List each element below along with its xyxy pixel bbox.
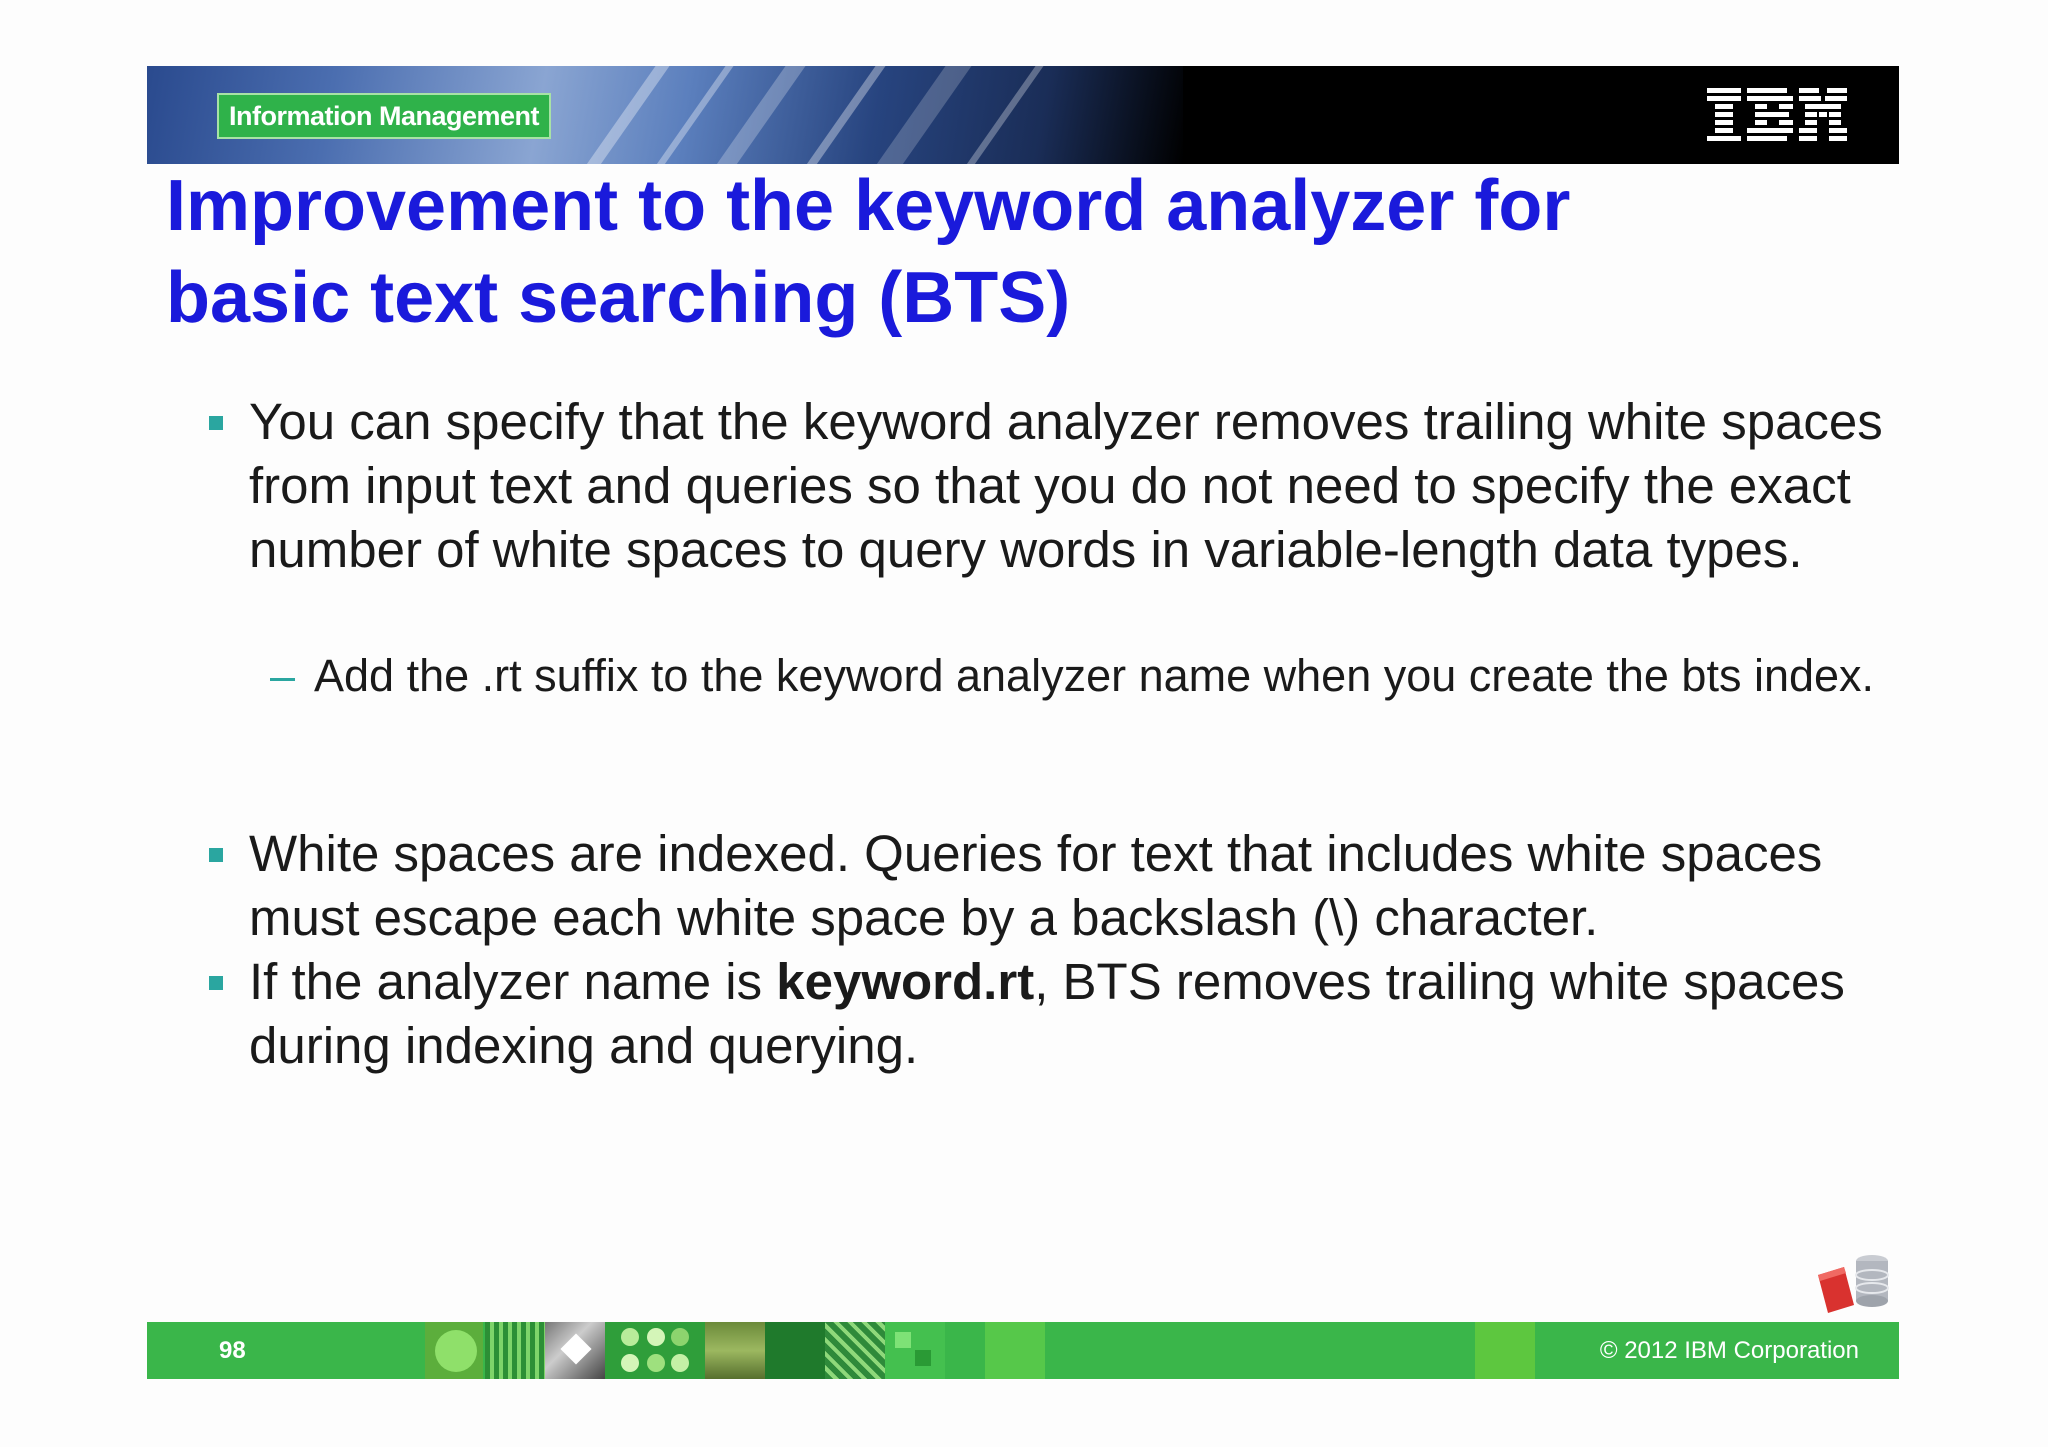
bullet-text-bold: keyword.rt [776, 953, 1035, 1010]
bullet-item-2: White spaces are indexed. Queries for te… [209, 822, 1889, 950]
bullet-text: White spaces are indexed. Queries for te… [249, 825, 1823, 946]
header-banner: Information Management [147, 66, 1899, 164]
bullet-marker-icon [209, 416, 223, 430]
bullet-item-1: You can specify that the keyword analyze… [209, 390, 1889, 582]
database-product-icon [1818, 1255, 1889, 1313]
slide-title: Improvement to the keyword analyzer for … [166, 160, 1886, 344]
sub-bullet-text: Add the .rt suffix to the keyword analyz… [314, 650, 1875, 701]
title-line-1: Improvement to the keyword analyzer for [166, 166, 1571, 246]
footer-mosaic [425, 1322, 1619, 1379]
bullet-item-3: If the analyzer name is keyword.rt, BTS … [209, 950, 1889, 1078]
bullet-text: You can specify that the keyword analyze… [249, 393, 1883, 578]
ibm-logo [1707, 88, 1847, 141]
page-number: 98 [219, 1337, 246, 1364]
bullet-text-prefix: If the analyzer name is [249, 953, 777, 1010]
bullet-marker-icon [209, 976, 223, 990]
footer-bar: 98 © 2012 IBM Corporation [147, 1322, 1899, 1379]
dash-marker-icon: – [270, 650, 296, 701]
title-line-2: basic text searching (BTS) [166, 258, 1071, 338]
sub-bullet-item-1: – Add the .rt suffix to the keyword anal… [270, 647, 1914, 704]
bullet-marker-icon [209, 848, 223, 862]
copyright-text: © 2012 IBM Corporation [1599, 1337, 1859, 1364]
brand-label: Information Management [217, 93, 552, 139]
